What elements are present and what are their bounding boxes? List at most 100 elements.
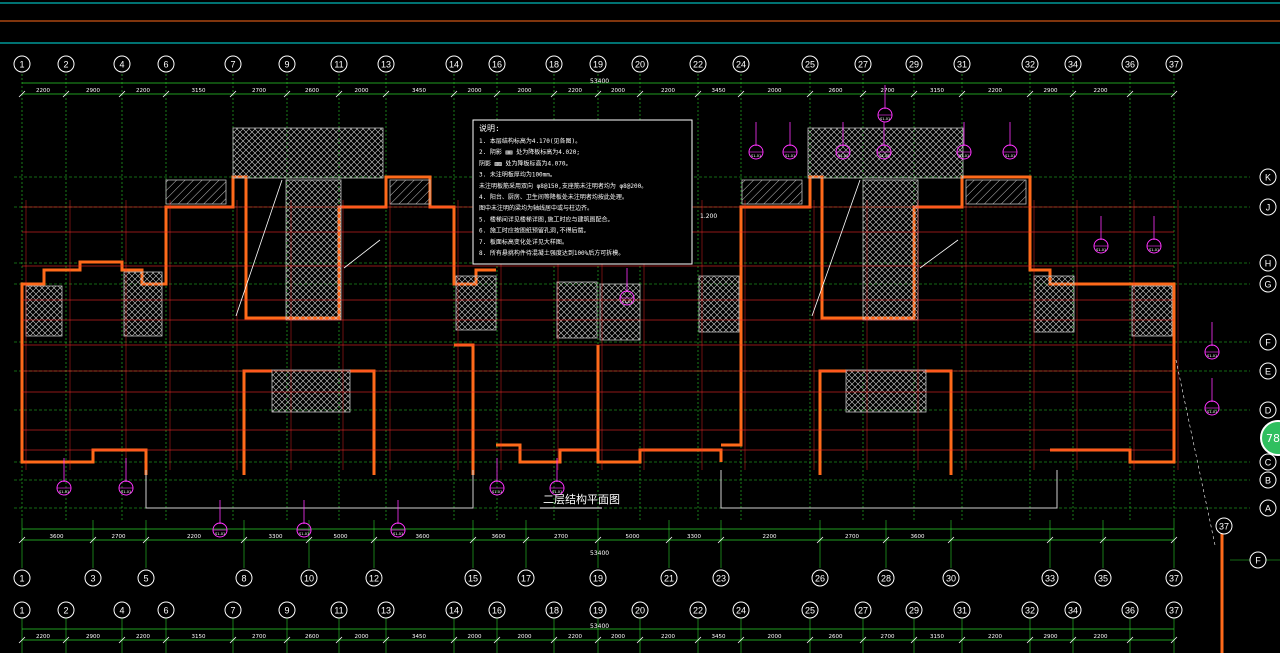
dimension-label: 2200 <box>988 634 1002 640</box>
axis-bubble-top-9-label: 9 <box>284 60 289 70</box>
dimension-label: 2000 <box>518 88 532 94</box>
row-axis-bubble-G-label: G <box>1264 280 1271 290</box>
axis-bubble-bottom-35-label: 35 <box>1098 574 1108 584</box>
axis-bubble-lower-2-label: 2 <box>63 606 68 616</box>
axis-bubble-bottom-1-label: 1 <box>19 574 24 584</box>
notes-line: 6. 施工时应按图纸预留孔洞,不得后凿。 <box>479 227 589 235</box>
hatched-area <box>232 127 384 179</box>
axis-bubble-top-25-label: 25 <box>805 60 815 70</box>
section-mark-label: S1-01 <box>879 154 889 158</box>
row-axis-bubble-C-label: C <box>1265 458 1272 468</box>
axis-bubble-lower-1-label: 1 <box>19 606 24 616</box>
dimension-label: 2600 <box>829 88 843 94</box>
axis-bubble-bottom-3-label: 3 <box>90 574 95 584</box>
wall-core-left-b <box>350 369 376 475</box>
total-dimension-bottom: 53400 <box>590 550 609 557</box>
notes-line: 2. 阴影 ▨▨ 处为降板标高为4.020; <box>479 148 580 156</box>
axis-bubble-bottom-21-label: 21 <box>664 574 674 584</box>
balcony-hatch <box>165 179 227 205</box>
dimension-label: 5000 <box>334 534 348 540</box>
axis-bubble-lower-34-label: 34 <box>1068 606 1078 616</box>
dimension-label: 5000 <box>626 534 640 540</box>
notes-line: 8. 所有悬挑构件待混凝土强度达到100%后方可拆模。 <box>479 249 624 257</box>
notes-line: 3. 未注明板厚均为100mm。 <box>479 171 556 179</box>
dimension-label: 2200 <box>568 634 582 640</box>
section-mark-label: S1-01 <box>959 154 969 158</box>
dimension-label: 3600 <box>911 534 925 540</box>
axis-bubble-top-6-label: 6 <box>163 60 168 70</box>
axis-bubble-top-24-label: 24 <box>736 60 746 70</box>
cad-drawing-canvas[interactable]: 2200 2900 2200 3150 2700 2600 2000 3450 2000 2000… <box>0 0 1280 653</box>
dimension-label: 2700 <box>881 88 895 94</box>
axis-bubble-lower-9-label: 9 <box>284 606 289 616</box>
axis-bubble-top-27-label: 27 <box>858 60 868 70</box>
dimension-label: 2900 <box>86 634 100 640</box>
axis-bubble-top-4-label: 4 <box>119 60 124 70</box>
hatched-area <box>271 369 351 413</box>
hatched-area <box>123 271 163 337</box>
section-mark-label: S1-01 <box>121 490 131 494</box>
dimension-label: 2200 <box>136 634 150 640</box>
axis-bubble-top-18-label: 18 <box>549 60 559 70</box>
ground-outline-left <box>145 470 474 509</box>
axis-bubble-lower-4-label: 4 <box>119 606 124 616</box>
row-axis-bubble-J-label: J <box>1266 203 1271 213</box>
dimension-label: 2900 <box>1044 634 1058 640</box>
hatched-area <box>698 275 740 333</box>
dimension-label: 2700 <box>881 634 895 640</box>
dimension-label: 2200 <box>988 88 1002 94</box>
zoom-badge[interactable]: 78 <box>1260 420 1280 456</box>
axis-bubble-lower-27-label: 27 <box>858 606 868 616</box>
hatched-area <box>1033 275 1075 333</box>
drawing-title: 二层结构平面图 <box>543 492 620 506</box>
axis-bubble-top-16-label: 16 <box>492 60 502 70</box>
hatched-area <box>556 281 598 339</box>
section-mark-label: S1-01 <box>838 154 848 158</box>
dimension-label: 3450 <box>712 88 726 94</box>
total-dimension-lower: 53400 <box>590 623 609 630</box>
wall-core-right-a <box>818 369 846 475</box>
axis-bubble-lower-24-label: 24 <box>736 606 746 616</box>
dimension-label: 2700 <box>112 534 126 540</box>
notes-line: 图中未注明的梁均为轴线居中或与柱边齐。 <box>479 204 593 212</box>
wall-core-right-b <box>925 369 953 475</box>
dimension-label: 2000 <box>611 634 625 640</box>
axis-bubble-top-31-label: 31 <box>957 60 967 70</box>
section-mark-label: S1-01 <box>1207 410 1217 414</box>
dimension-label: 3600 <box>50 534 64 540</box>
stair-line <box>343 239 381 269</box>
dimension-label: 3150 <box>930 634 944 640</box>
stair-line <box>811 179 861 317</box>
section-mark-label: S1-01 <box>622 300 632 304</box>
axis-bubble-lower-36-label: 36 <box>1125 606 1135 616</box>
dimension-label: 3450 <box>412 88 426 94</box>
axis-bubble-bottom-10-label: 10 <box>304 574 314 584</box>
balcony-hatch <box>965 179 1027 205</box>
axis-bubble-bottom-26-label: 26 <box>815 574 825 584</box>
row-axis-bubble-H-label: H <box>1265 259 1272 269</box>
dimension-label: 2000 <box>768 88 782 94</box>
dimension-label: 2200 <box>661 88 675 94</box>
row-axis-bubble-E-label: E <box>1265 367 1271 377</box>
axis-bubble-bottom-5-label: 5 <box>143 574 148 584</box>
dimension-label: 2700 <box>554 534 568 540</box>
row-axis-bubble-K-label: K <box>1265 173 1271 183</box>
wall-outline-mid-lower <box>496 443 723 464</box>
dimension-label: 2600 <box>305 88 319 94</box>
section-mark-label: S1-01 <box>1005 154 1015 158</box>
axis-bubble-lower-37-label: 37 <box>1169 606 1179 616</box>
dimension-label: 2200 <box>661 634 675 640</box>
dimension-label: 2200 <box>1094 634 1108 640</box>
axis-bubble-top-22-label: 22 <box>693 60 703 70</box>
section-mark-label: S1-01 <box>1149 248 1159 252</box>
section-mark-label: S1-01 <box>1096 248 1106 252</box>
axis-bubble-lower-13-label: 13 <box>381 606 391 616</box>
axis-bubble-bottom-37-label: 37 <box>1169 574 1179 584</box>
dimension-label: 2200 <box>36 88 50 94</box>
dimension-label: 2600 <box>829 634 843 640</box>
axis-bubble-lower-7-label: 7 <box>230 606 235 616</box>
stair-line <box>919 239 959 269</box>
notes-line: 4. 阳台、厨房、卫生间等降板处未注明者均按此处理。 <box>479 193 628 201</box>
section-mark-label: S1-01 <box>299 532 309 536</box>
axis-bubble-top-11-label: 11 <box>334 60 343 70</box>
